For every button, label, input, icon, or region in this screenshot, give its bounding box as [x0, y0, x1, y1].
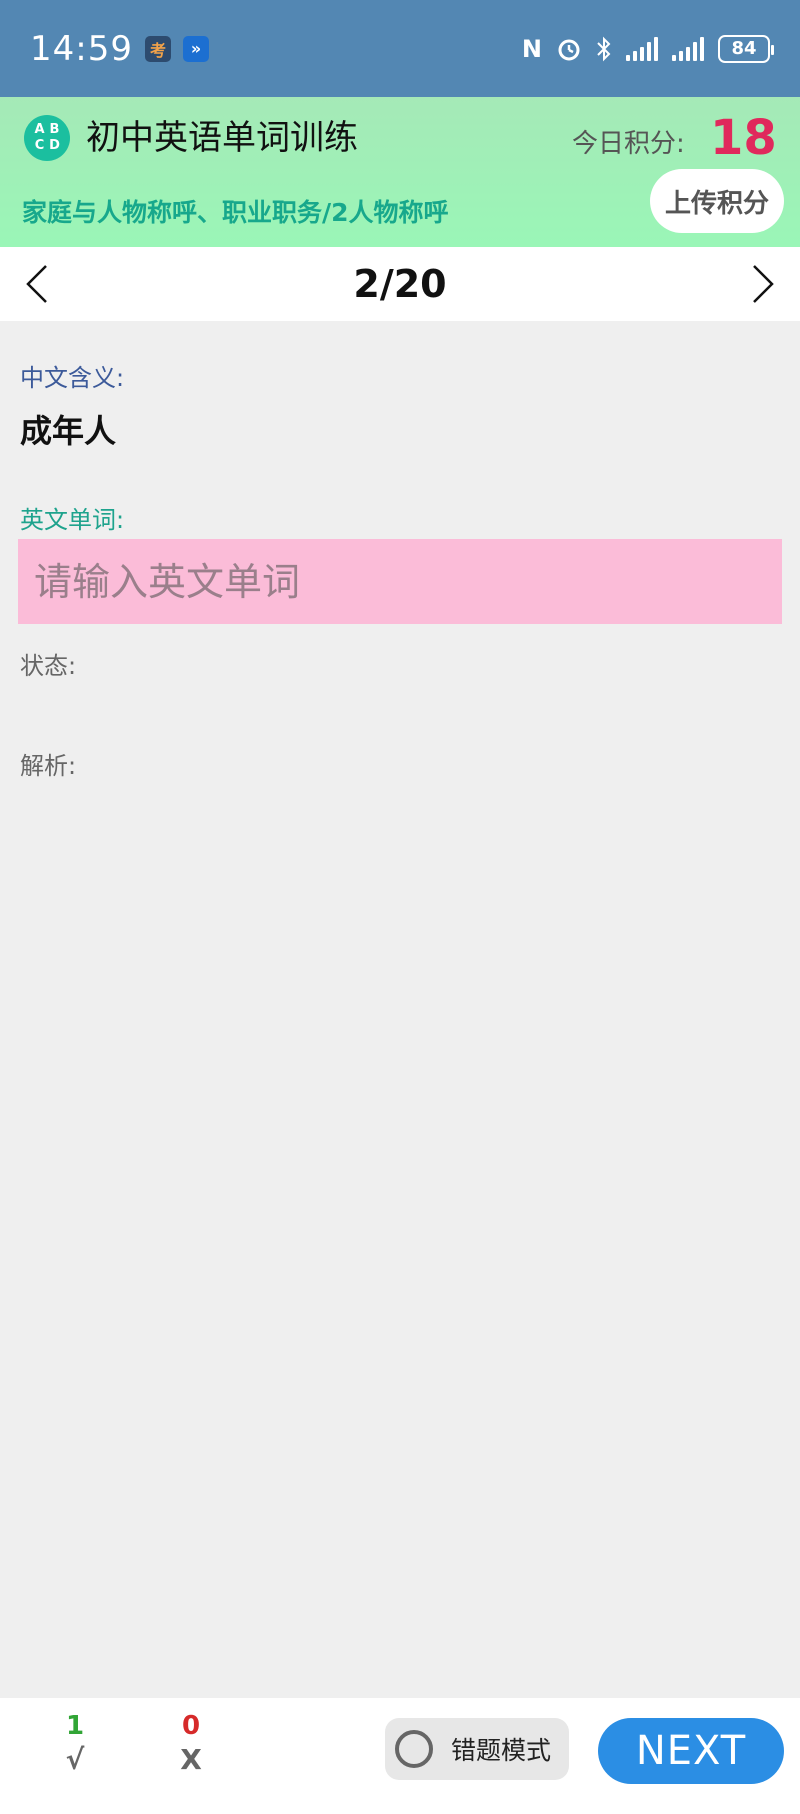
chinese-meaning: 成年人: [20, 412, 117, 450]
correct-counter: 1 √: [50, 1710, 100, 1778]
battery-icon: 84: [718, 34, 774, 63]
app-notification-icon-2: »: [182, 35, 209, 62]
app-header: A B C D 初中英语单词训练 今日积分: 18 家庭与人物称呼、职业职务/2…: [0, 97, 800, 247]
analysis-label: 解析:: [20, 752, 77, 780]
signal-icon-2: [672, 36, 704, 61]
radio-icon[interactable]: [395, 1730, 433, 1768]
logo-letter: A: [34, 122, 45, 137]
correct-count: 1: [65, 1711, 85, 1741]
nfc-icon: N: [521, 34, 542, 63]
alarm-icon: [558, 39, 580, 60]
upload-score-button[interactable]: 上传积分: [650, 169, 784, 233]
status-bar: 14:59 考 » N 84: [0, 0, 800, 97]
english-word-input[interactable]: [18, 539, 782, 624]
logo-letter: C: [34, 138, 45, 153]
chevron-right-icon[interactable]: [740, 262, 784, 306]
cross-icon: X: [180, 1743, 202, 1776]
bottom-bar: 1 √ 0 X 错题模式 NEXT: [0, 1698, 800, 1814]
app-notification-icon: 考: [144, 35, 171, 62]
wrong-count: 0: [181, 1711, 201, 1741]
wrong-question-mode-toggle[interactable]: 错题模式: [385, 1718, 569, 1780]
logo-letter: B: [49, 122, 60, 137]
score-value: 18: [710, 110, 777, 166]
signal-icon: [626, 36, 658, 61]
status-time: 14:59: [30, 28, 133, 69]
check-icon: √: [65, 1743, 85, 1776]
question-pager: 2/20: [0, 247, 800, 321]
question-index: 2/20: [353, 262, 447, 306]
wrong-counter: 0 X: [166, 1710, 216, 1778]
status-label: 状态:: [20, 652, 77, 680]
battery-level: 84: [731, 38, 757, 59]
mode-label: 错题模式: [451, 1736, 552, 1765]
score-label: 今日积分:: [572, 129, 685, 159]
category-breadcrumb: 家庭与人物称呼、职业职务/2人物称呼: [22, 198, 449, 227]
app-logo: A B C D: [24, 115, 70, 161]
chinese-meaning-label: 中文含义:: [20, 364, 125, 392]
english-word-label: 英文单词:: [20, 506, 125, 534]
bluetooth-icon: [597, 36, 611, 61]
status-icons: N 84: [521, 34, 774, 63]
logo-letter: D: [49, 138, 60, 153]
chevron-left-icon[interactable]: [16, 262, 60, 306]
app-title: 初中英语单词训练: [86, 118, 358, 158]
next-button[interactable]: NEXT: [598, 1718, 784, 1784]
